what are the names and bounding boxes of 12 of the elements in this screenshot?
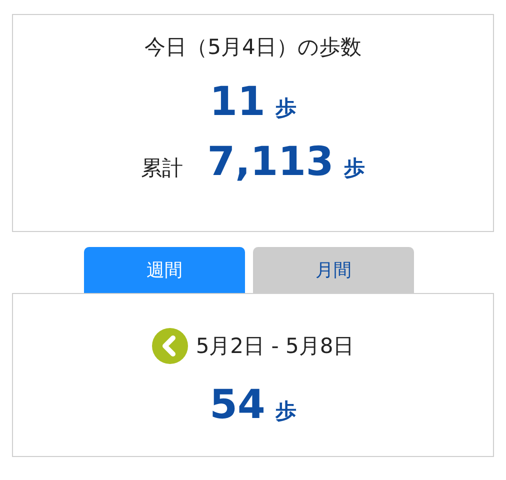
period-steps: 54 bbox=[210, 382, 266, 428]
total-label: 累計 bbox=[141, 155, 184, 182]
period-tab[interactable]: 週間 bbox=[84, 247, 245, 293]
back-icon[interactable] bbox=[152, 328, 188, 364]
period-tab[interactable]: 月間 bbox=[253, 247, 414, 293]
date-range: 5月2日 - 5月8日 bbox=[196, 333, 354, 360]
total-steps: 7,113 bbox=[207, 139, 334, 185]
steps-unit: 歩 bbox=[275, 398, 296, 425]
today-steps: 11 bbox=[210, 79, 266, 125]
steps-unit: 歩 bbox=[275, 95, 296, 122]
steps-unit: 歩 bbox=[344, 155, 365, 182]
today-title: 今日（5月4日）の歩数 bbox=[144, 34, 362, 61]
